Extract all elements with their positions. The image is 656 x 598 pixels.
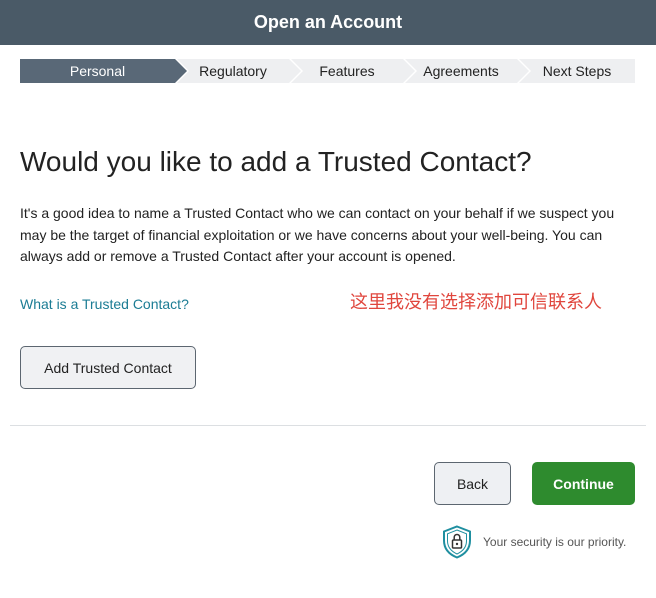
step-arrow — [403, 59, 415, 83]
security-text: Your security is our priority. — [483, 535, 627, 549]
step-label: Personal — [69, 63, 126, 79]
header-bar: Open an Account — [0, 0, 656, 45]
trusted-contact-help-link[interactable]: What is a Trusted Contact? — [20, 296, 189, 312]
step-agreements[interactable]: Agreements — [405, 59, 531, 83]
step-arrow — [289, 59, 301, 83]
step-label: Agreements — [423, 63, 499, 79]
step-arrow — [517, 59, 529, 83]
page-title: Open an Account — [253, 12, 403, 32]
step-label: Features — [319, 63, 375, 79]
user-annotation: 这里我没有选择添加可信联系人 — [350, 292, 602, 312]
step-label: Next Steps — [542, 63, 612, 79]
security-note: Your security is our priority. — [442, 525, 626, 559]
back-button[interactable]: Back — [434, 462, 511, 505]
continue-button[interactable]: Continue — [532, 462, 635, 505]
step-label: Regulatory — [199, 63, 267, 79]
step-features[interactable]: Features — [291, 59, 417, 83]
progress-stepper: Personal Regulatory Features Agreements … — [20, 59, 635, 83]
divider — [10, 425, 646, 426]
section-heading: Would you like to add a Trusted Contact? — [20, 146, 532, 177]
step-next-steps[interactable]: Next Steps — [519, 59, 635, 83]
step-regulatory[interactable]: Regulatory — [177, 59, 303, 83]
add-trusted-contact-button[interactable]: Add Trusted Contact — [20, 346, 196, 389]
shield-lock-icon — [443, 525, 471, 559]
step-arrow — [175, 59, 187, 83]
trusted-contact-description: It's a good idea to name a Trusted Conta… — [20, 205, 615, 264]
step-personal[interactable]: Personal — [20, 59, 189, 83]
